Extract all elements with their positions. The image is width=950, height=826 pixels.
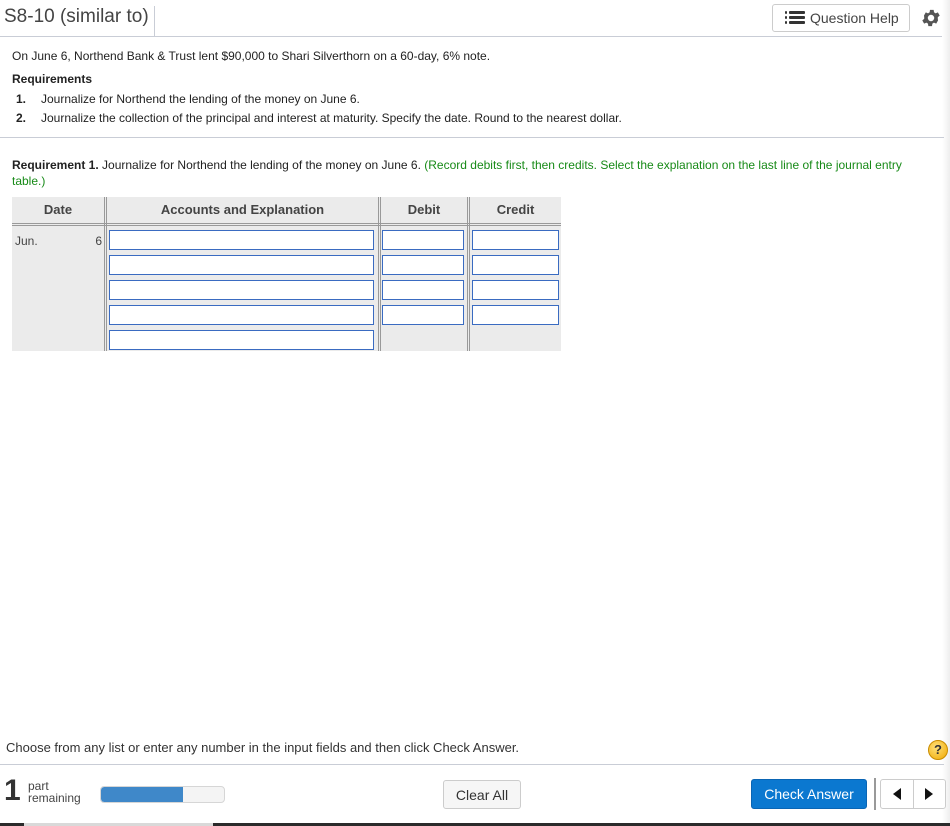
requirements-list: 1. Journalize for Northend the lending of…	[12, 90, 942, 128]
parts-label-line-2: remaining	[28, 791, 81, 805]
question-nav	[880, 779, 946, 809]
scrollbar[interactable]	[942, 0, 950, 826]
progress-bar	[100, 786, 225, 803]
column-divider	[378, 197, 381, 351]
date-day: 6	[95, 234, 102, 248]
column-divider	[467, 197, 470, 351]
requirement-number: 2.	[16, 111, 27, 125]
account-input-1[interactable]	[109, 230, 374, 250]
question-help-button[interactable]: Question Help	[772, 4, 910, 32]
parts-remaining-count: 1	[4, 774, 21, 807]
requirement-item: 1. Journalize for Northend the lending of…	[12, 90, 942, 109]
credit-input-1[interactable]	[472, 230, 559, 250]
header-bar: S8-10 (similar to) Question Help	[0, 0, 950, 37]
requirement-item: 2. Journalize the collection of the princ…	[12, 109, 942, 128]
debit-input-1[interactable]	[382, 230, 464, 250]
parts-remaining-label: part remaining	[28, 780, 81, 804]
requirement-1-prompt: Requirement 1. Journalize for Northend t…	[12, 157, 912, 189]
header-debit: Debit	[407, 202, 441, 217]
explanation-input[interactable]	[109, 330, 374, 350]
problem-statement: On June 6, Northend Bank & Trust lent $9…	[12, 49, 491, 63]
header-accounts: Accounts and Explanation	[160, 202, 325, 217]
credit-input-3[interactable]	[472, 280, 559, 300]
header-credit: Credit	[496, 202, 535, 217]
section-divider	[0, 137, 944, 138]
page-title: S8-10 (similar to)	[4, 6, 155, 37]
debit-input-4[interactable]	[382, 305, 464, 325]
requirement-text: Journalize for Northend the lending of t…	[41, 92, 360, 106]
requirement-text: Journalize the collection of the princip…	[41, 111, 622, 125]
list-icon	[785, 11, 805, 25]
problem-section: On June 6, Northend Bank & Trust lent $9…	[12, 48, 942, 128]
clear-all-button[interactable]: Clear All	[443, 780, 521, 809]
column-divider	[104, 197, 107, 351]
requirement-1-text: Journalize for Northend the lending of t…	[98, 158, 425, 172]
credit-input-4[interactable]	[472, 305, 559, 325]
requirement-1-label: Requirement 1.	[12, 158, 99, 172]
button-separator	[874, 778, 876, 810]
header-divider	[12, 223, 561, 226]
requirement-number: 1.	[16, 92, 27, 106]
account-input-2[interactable]	[109, 255, 374, 275]
journal-entry-table: Date Accounts and Explanation Debit Cred…	[12, 197, 561, 351]
previous-button[interactable]	[881, 780, 913, 808]
instruction-text: Choose from any list or enter any number…	[6, 740, 520, 755]
arrow-left-icon	[892, 788, 901, 800]
progress-fill	[101, 787, 184, 802]
date-month: Jun.	[15, 234, 38, 248]
debit-input-2[interactable]	[382, 255, 464, 275]
next-button[interactable]	[912, 780, 946, 808]
header-date: Date	[43, 202, 73, 217]
question-help-label: Question Help	[810, 10, 899, 26]
help-icon[interactable]: ?	[928, 740, 948, 760]
footer-divider	[0, 764, 944, 765]
credit-input-2[interactable]	[472, 255, 559, 275]
arrow-right-icon	[925, 788, 934, 800]
account-input-4[interactable]	[109, 305, 374, 325]
account-input-3[interactable]	[109, 280, 374, 300]
gear-icon[interactable]	[920, 7, 942, 29]
requirements-title: Requirements	[12, 72, 93, 86]
debit-input-3[interactable]	[382, 280, 464, 300]
check-answer-button[interactable]: Check Answer	[751, 779, 867, 809]
